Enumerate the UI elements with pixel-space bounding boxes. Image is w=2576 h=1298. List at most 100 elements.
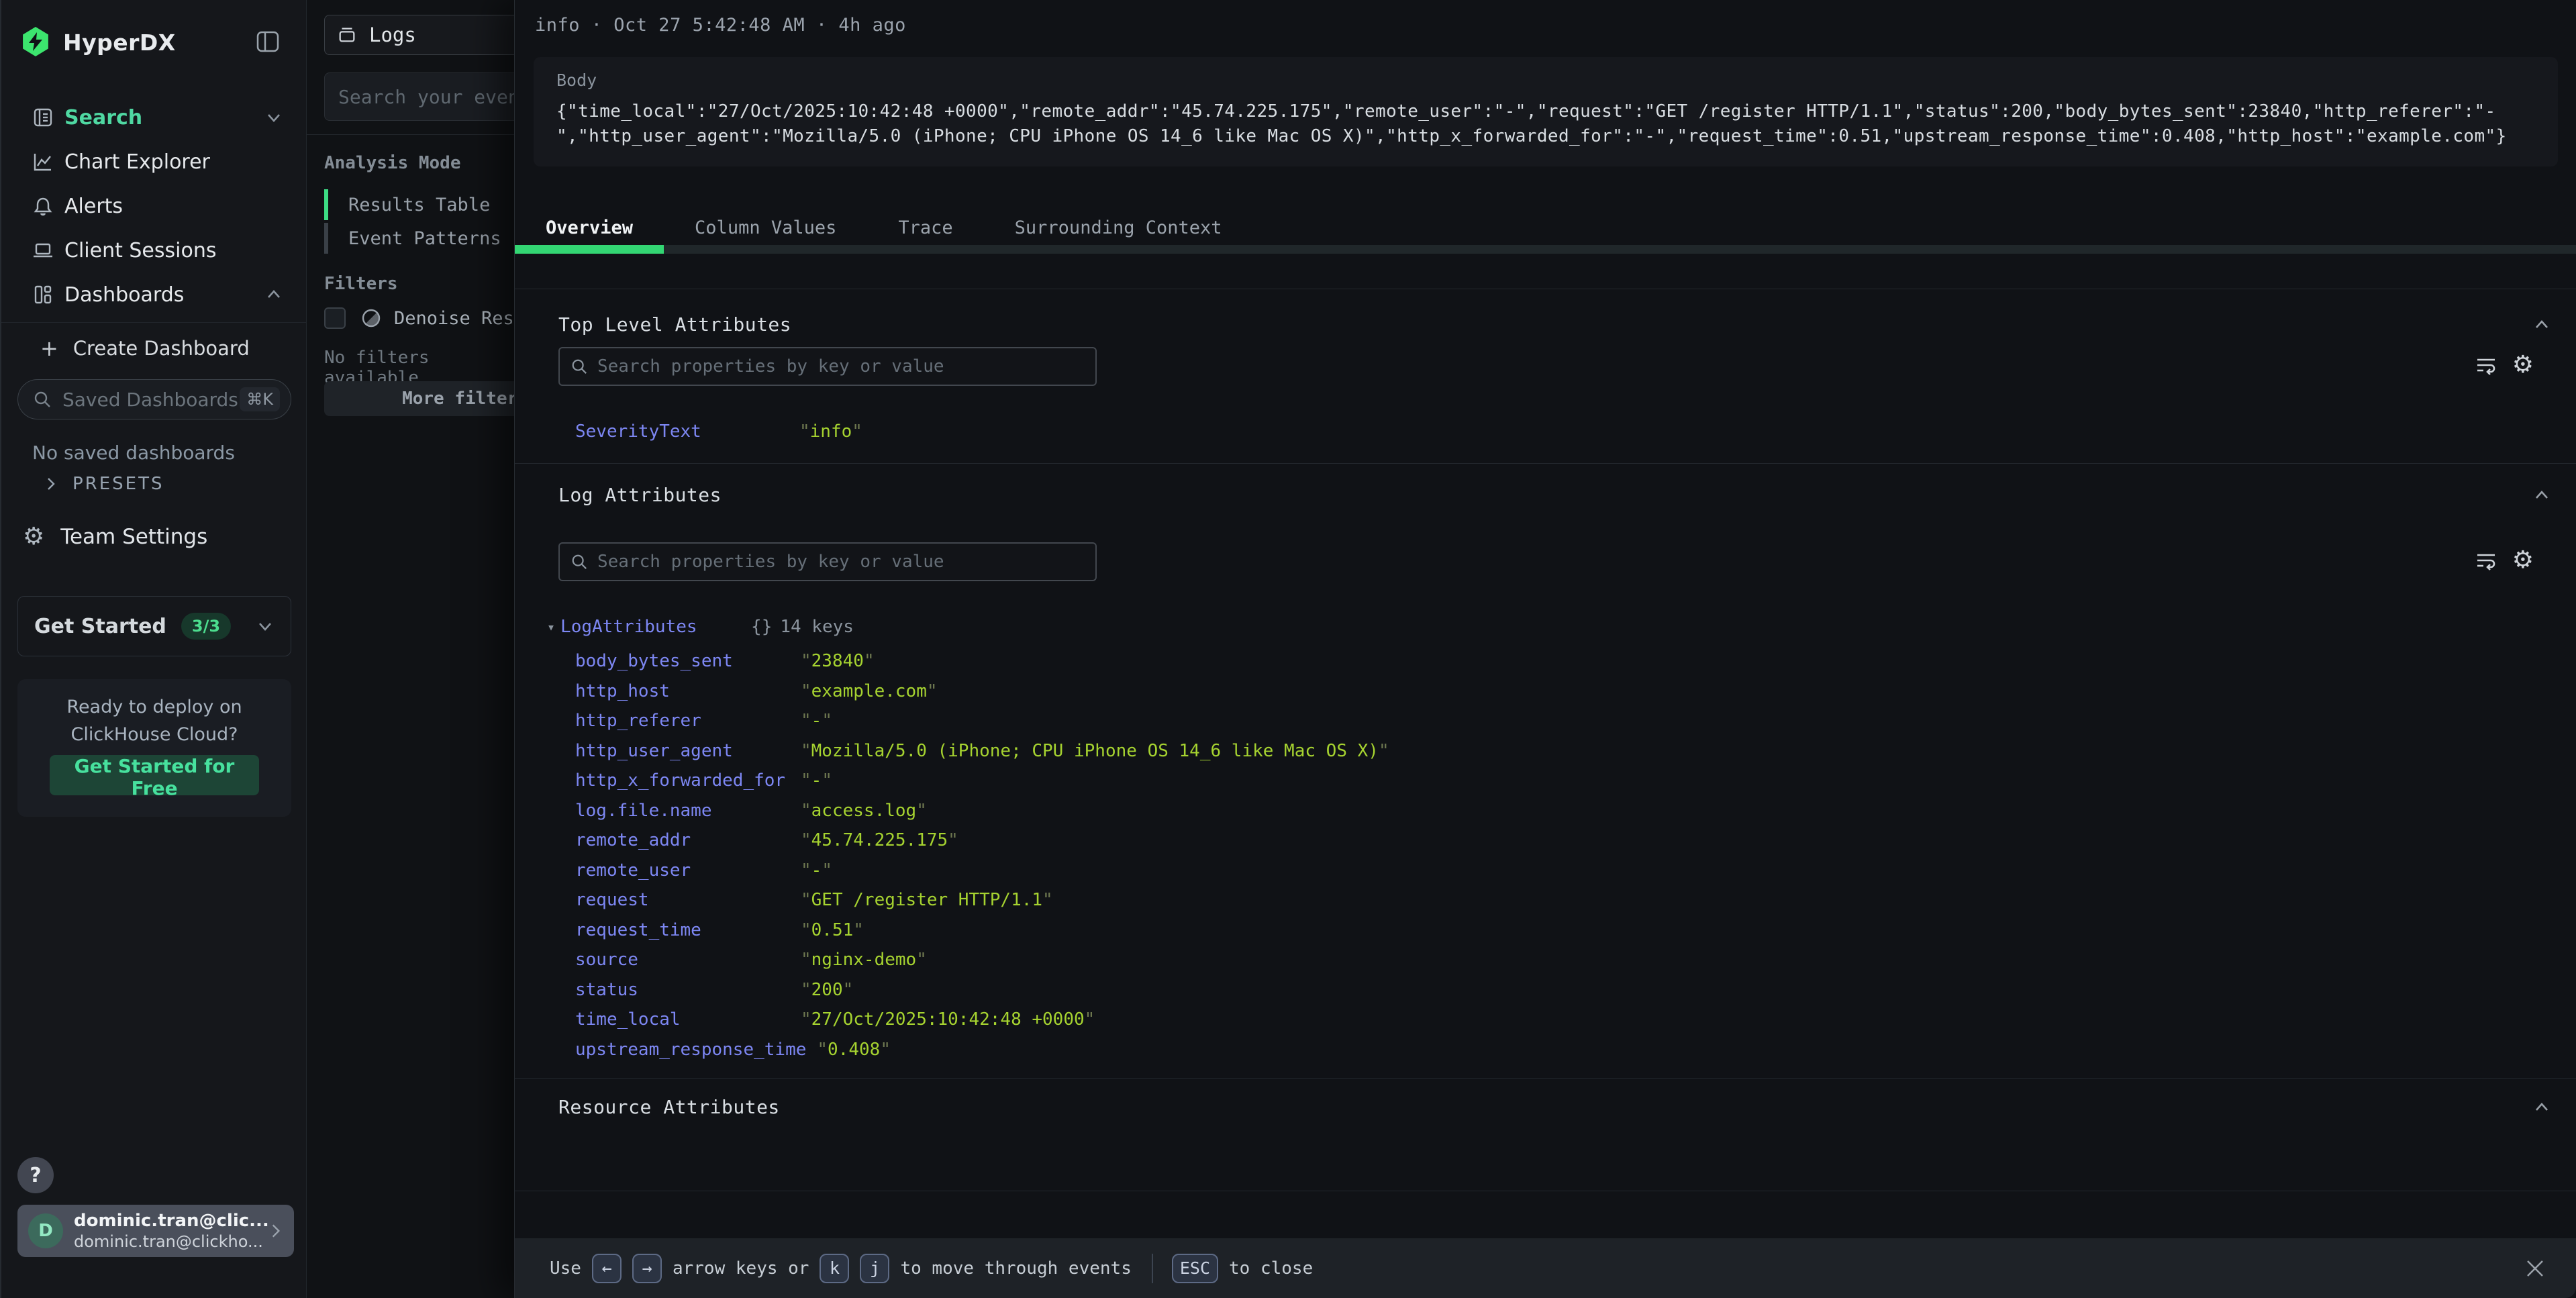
chevron-right-icon bbox=[43, 476, 59, 492]
property-search-box[interactable] bbox=[558, 347, 1097, 386]
gear-icon[interactable]: ⚙ bbox=[2512, 354, 2534, 377]
presets-toggle[interactable]: PRESETS bbox=[43, 474, 164, 494]
saved-dashboards-search[interactable]: ⌘K bbox=[17, 379, 291, 419]
attribute-row: time_local "27/Oct/2025:10:42:48 +0000" bbox=[575, 1005, 1389, 1035]
attribute-value[interactable]: "-" bbox=[801, 858, 832, 883]
property-search-input[interactable] bbox=[597, 356, 1085, 377]
collapse-sidebar-icon[interactable] bbox=[256, 31, 279, 52]
section-tools: ⚙ bbox=[2475, 549, 2534, 572]
attribute-value[interactable]: "0.51" bbox=[801, 918, 864, 942]
sidebar-item-chart-explorer[interactable]: Chart Explorer bbox=[1, 140, 306, 184]
source-select[interactable]: Logs bbox=[324, 15, 514, 55]
hint-text: Use bbox=[550, 1258, 581, 1279]
get-started-panel[interactable]: Get Started 3/3 bbox=[17, 596, 291, 656]
chevron-up-icon[interactable] bbox=[264, 285, 283, 304]
tab-column-values[interactable]: Column Values bbox=[664, 201, 867, 254]
property-search-input[interactable] bbox=[597, 552, 1085, 572]
chevron-up-icon[interactable] bbox=[2532, 315, 2552, 335]
attribute-value[interactable]: "-" bbox=[801, 768, 832, 793]
attribute-key[interactable]: request bbox=[575, 888, 790, 912]
hint-text: to close bbox=[1229, 1258, 1313, 1279]
attribute-value[interactable]: "-" bbox=[801, 709, 832, 733]
active-mode-indicator bbox=[324, 189, 328, 220]
k-key[interactable]: k bbox=[820, 1254, 849, 1283]
more-filters-button[interactable]: More filters bbox=[324, 381, 514, 416]
attribute-value[interactable]: "GET /register HTTP/1.1" bbox=[801, 888, 1053, 912]
event-search-box[interactable] bbox=[324, 72, 514, 121]
team-settings-button[interactable]: ⚙ Team Settings bbox=[23, 525, 207, 549]
tab-trace[interactable]: Trace bbox=[867, 201, 983, 254]
attribute-row: source "nginx-demo" bbox=[575, 945, 1389, 975]
filters-label: Filters bbox=[324, 274, 398, 294]
tab-overview[interactable]: Overview bbox=[515, 201, 664, 254]
hyperdx-logo-icon bbox=[21, 27, 50, 56]
mode-event-patterns[interactable]: Event Patterns bbox=[324, 223, 514, 254]
log-attributes-tree-toggle[interactable]: ▾ LogAttributes {} 14 keys bbox=[547, 617, 854, 637]
property-search-box[interactable] bbox=[558, 542, 1097, 581]
attribute-key[interactable]: time_local bbox=[575, 1007, 790, 1032]
j-key[interactable]: j bbox=[860, 1254, 889, 1283]
user-profile-card[interactable]: D dominic.tran@clic... dominic.tran@clic… bbox=[17, 1205, 294, 1257]
esc-key[interactable]: ESC bbox=[1172, 1254, 1218, 1283]
attribute-value[interactable]: "0.408" bbox=[817, 1038, 891, 1062]
get-started-free-button[interactable]: Get Started for Free bbox=[50, 755, 259, 795]
attribute-key[interactable]: upstream_response_time bbox=[575, 1038, 806, 1062]
arrow-right-key[interactable]: → bbox=[632, 1254, 662, 1283]
attribute-key[interactable]: log.file.name bbox=[575, 799, 790, 823]
tab-surrounding-context[interactable]: Surrounding Context bbox=[984, 201, 1253, 254]
attribute-value[interactable]: "45.74.225.175" bbox=[801, 828, 958, 852]
attribute-value[interactable]: "200" bbox=[801, 978, 853, 1002]
wrap-lines-icon[interactable] bbox=[2475, 549, 2497, 572]
sidebar-item-alerts[interactable]: Alerts bbox=[1, 184, 306, 228]
chevron-up-icon[interactable] bbox=[2532, 485, 2552, 505]
attribute-value[interactable]: "example.com" bbox=[801, 679, 938, 703]
source-select-value: Logs bbox=[369, 23, 416, 46]
denoise-results-toggle[interactable]: Denoise Results bbox=[324, 307, 514, 329]
team-settings-label: Team Settings bbox=[60, 525, 207, 549]
create-dashboard-label: Create Dashboard bbox=[73, 337, 250, 360]
attribute-key[interactable]: http_user_agent bbox=[575, 739, 790, 763]
chevron-down-icon[interactable] bbox=[264, 108, 283, 127]
attribute-key[interactable]: remote_user bbox=[575, 858, 790, 883]
attribute-key[interactable]: remote_addr bbox=[575, 828, 790, 852]
attribute-key[interactable]: SeverityText bbox=[575, 419, 789, 444]
braces-icon: {} bbox=[751, 617, 772, 637]
clickhouse-promo-card: Ready to deploy on ClickHouse Cloud? Get… bbox=[17, 679, 291, 817]
laptop-icon bbox=[32, 240, 54, 261]
tree-label[interactable]: LogAttributes bbox=[560, 617, 751, 637]
attribute-value[interactable]: "23840" bbox=[801, 649, 875, 673]
attribute-value[interactable]: "info" bbox=[799, 419, 862, 444]
attribute-value[interactable]: "27/Oct/2025:10:42:48 +0000" bbox=[801, 1007, 1095, 1032]
attribute-key[interactable]: source bbox=[575, 948, 790, 972]
attribute-key[interactable]: http_host bbox=[575, 679, 790, 703]
attribute-value[interactable]: "nginx-demo" bbox=[801, 948, 927, 972]
close-icon[interactable] bbox=[2524, 1257, 2546, 1280]
help-button[interactable]: ? bbox=[17, 1157, 54, 1193]
sidebar-item-client-sessions[interactable]: Client Sessions bbox=[1, 228, 306, 272]
section-log-attributes: Log Attributes ⚙ ▾ LogAttributes {} 14 k… bbox=[515, 463, 2576, 1078]
attribute-value[interactable]: "access.log" bbox=[801, 799, 927, 823]
attribute-key[interactable]: http_x_forwarded_for bbox=[575, 768, 790, 793]
gear-icon[interactable]: ⚙ bbox=[2512, 549, 2534, 572]
mode-results-table[interactable]: Results Table bbox=[324, 189, 514, 220]
attribute-key[interactable]: request_time bbox=[575, 918, 790, 942]
bell-icon bbox=[32, 195, 54, 217]
chevron-up-icon[interactable] bbox=[2532, 1097, 2552, 1117]
attribute-key[interactable]: body_bytes_sent bbox=[575, 649, 790, 673]
sidebar-item-search[interactable]: Search bbox=[1, 95, 306, 140]
attribute-key[interactable]: http_referer bbox=[575, 709, 790, 733]
wrap-lines-icon[interactable] bbox=[2475, 354, 2497, 377]
analysis-mode-label: Analysis Mode bbox=[324, 153, 461, 173]
sidebar-item-dashboards[interactable]: Dashboards bbox=[1, 272, 306, 317]
denoise-checkbox[interactable] bbox=[324, 307, 346, 329]
denoise-label: Denoise Results bbox=[394, 308, 514, 329]
attribute-row: upstream_response_time "0.408" bbox=[575, 1035, 1389, 1065]
attribute-value[interactable]: "Mozilla/5.0 (iPhone; CPU iPhone OS 14_6… bbox=[801, 739, 1389, 763]
detail-tabs: Overview Column Values Trace Surrounding… bbox=[515, 201, 2576, 254]
create-dashboard-button[interactable]: + Create Dashboard bbox=[40, 336, 250, 361]
arrow-left-key[interactable]: ← bbox=[592, 1254, 622, 1283]
attribute-key[interactable]: status bbox=[575, 978, 790, 1002]
saved-dashboards-input[interactable] bbox=[62, 389, 240, 411]
event-search-input[interactable] bbox=[338, 86, 514, 108]
sidebar: HyperDX Search Chart Explorer Alerts Cli… bbox=[0, 0, 307, 1298]
